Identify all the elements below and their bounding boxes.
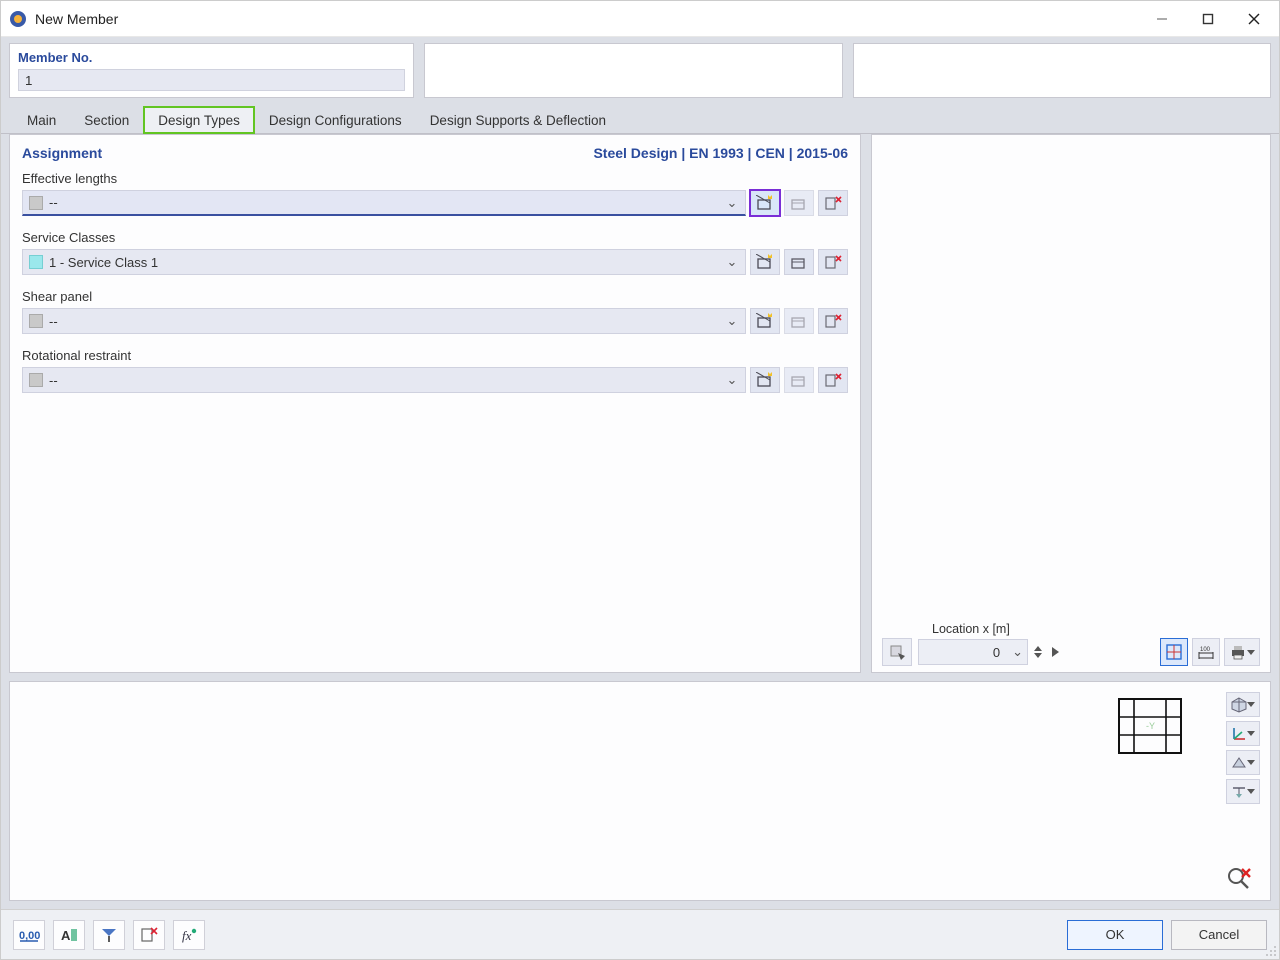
rotational-restraint-value: -- — [49, 373, 723, 388]
pick-button[interactable] — [93, 920, 125, 950]
service-classes-label: Service Classes — [22, 230, 848, 245]
play-icon[interactable] — [1052, 647, 1059, 657]
effective-lengths-value: -- — [49, 195, 723, 210]
assignment-title: Assignment — [22, 145, 102, 161]
chevron-down-icon: ⌄ — [1012, 644, 1023, 660]
svg-text:A: A — [61, 928, 71, 943]
resize-grip-icon[interactable] — [1265, 945, 1277, 957]
view-render-button[interactable] — [1226, 750, 1260, 775]
font-button[interactable]: A — [53, 920, 85, 950]
dropdown-caret-icon — [1247, 731, 1255, 736]
svg-text:100: 100 — [1200, 647, 1211, 653]
rotational-restraint-edit-button[interactable] — [784, 367, 814, 393]
location-x-spinner[interactable] — [1034, 646, 1046, 658]
chevron-down-icon: ⌄ — [723, 254, 741, 270]
cancel-button-label: Cancel — [1199, 927, 1239, 942]
chevron-down-icon: ⌄ — [723, 372, 741, 388]
effective-lengths-label: Effective lengths — [22, 171, 848, 186]
swatch-icon — [29, 196, 43, 210]
function-button[interactable]: fx — [173, 920, 205, 950]
svg-text:0,00: 0,00 — [19, 930, 40, 942]
model-view-panel: -Y — [9, 681, 1271, 901]
tab-bar: Main Section Design Types Design Configu… — [1, 104, 1279, 134]
dropdown-caret-icon — [1247, 760, 1255, 765]
header-blank-2 — [853, 43, 1272, 98]
titlebar: New Member — [1, 1, 1279, 37]
location-x-combo[interactable]: 0 ⌄ — [918, 639, 1028, 665]
app-icon — [9, 10, 27, 28]
tab-design-types[interactable]: Design Types — [143, 106, 255, 134]
mesh-grid-icon: -Y — [1118, 698, 1182, 754]
shear-panel-combo[interactable]: -- ⌄ — [22, 308, 746, 334]
clear-button[interactable] — [133, 920, 165, 950]
service-classes-edit-button[interactable] — [784, 249, 814, 275]
effective-lengths-combo[interactable]: -- ⌄ — [22, 190, 746, 216]
shear-panel-delete-button[interactable] — [818, 308, 848, 334]
shear-panel-label: Shear panel — [22, 289, 848, 304]
service-classes-value: 1 - Service Class 1 — [49, 255, 723, 270]
minimize-button[interactable] — [1139, 4, 1185, 34]
window-title: New Member — [35, 11, 1139, 27]
design-standard-label: Steel Design | EN 1993 | CEN | 2015-06 — [593, 145, 848, 161]
member-no-label: Member No. — [18, 50, 405, 65]
shear-panel-value: -- — [49, 314, 723, 329]
dropdown-caret-icon — [1247, 650, 1255, 655]
rotational-restraint-label: Rotational restraint — [22, 348, 848, 363]
tab-section[interactable]: Section — [70, 107, 143, 133]
svg-text:-Y: -Y — [1146, 721, 1155, 731]
member-no-panel: Member No. — [9, 43, 414, 98]
service-classes-new-button[interactable] — [750, 249, 780, 275]
effective-lengths-delete-button[interactable] — [818, 190, 848, 216]
swatch-icon — [29, 373, 43, 387]
view-supports-button[interactable] — [1226, 779, 1260, 804]
dropdown-caret-icon — [1247, 789, 1255, 794]
tab-design-supports-deflection[interactable]: Design Supports & Deflection — [416, 107, 620, 133]
view-mode-dimensions-button[interactable]: 100 — [1192, 638, 1220, 666]
chevron-down-icon: ⌄ — [723, 195, 741, 211]
effective-lengths-new-button[interactable] — [750, 190, 780, 216]
view-axes-button[interactable] — [1226, 721, 1260, 746]
print-button[interactable] — [1224, 638, 1260, 666]
location-x-value: 0 — [923, 645, 1006, 660]
header-strip: Member No. — [1, 37, 1279, 104]
cancel-button[interactable]: Cancel — [1171, 920, 1267, 950]
dialog-footer: 0,00 A fx OK Cancel — [1, 909, 1279, 959]
header-blank-1 — [424, 43, 843, 98]
tab-design-configurations[interactable]: Design Configurations — [255, 107, 416, 133]
close-button[interactable] — [1231, 4, 1277, 34]
shear-panel-new-button[interactable] — [750, 308, 780, 334]
pick-location-button[interactable] — [882, 638, 912, 666]
rotational-restraint-new-button[interactable] — [750, 367, 780, 393]
ok-button-label: OK — [1106, 927, 1125, 942]
maximize-button[interactable] — [1185, 4, 1231, 34]
service-classes-delete-button[interactable] — [818, 249, 848, 275]
chevron-down-icon: ⌄ — [723, 313, 741, 329]
rotational-restraint-combo[interactable]: -- ⌄ — [22, 367, 746, 393]
location-x-label: Location x [m] — [932, 622, 1260, 636]
swatch-icon — [29, 255, 43, 269]
preview-panel: Location x [m] 0 ⌄ — [871, 134, 1271, 673]
dropdown-caret-icon — [1247, 702, 1255, 707]
view-isometric-button[interactable] — [1226, 692, 1260, 717]
service-classes-combo[interactable]: 1 - Service Class 1 ⌄ — [22, 249, 746, 275]
member-no-input[interactable] — [18, 69, 405, 91]
svg-text:fx: fx — [182, 928, 192, 943]
effective-lengths-edit-button[interactable] — [784, 190, 814, 216]
ok-button[interactable]: OK — [1067, 920, 1163, 950]
assignment-panel: Assignment Steel Design | EN 1993 | CEN … — [9, 134, 861, 673]
zoom-reset-button[interactable] — [1226, 866, 1252, 890]
units-button[interactable]: 0,00 — [13, 920, 45, 950]
view-mode-section-button[interactable] — [1160, 638, 1188, 666]
rotational-restraint-delete-button[interactable] — [818, 367, 848, 393]
swatch-icon — [29, 314, 43, 328]
shear-panel-edit-button[interactable] — [784, 308, 814, 334]
tab-main[interactable]: Main — [13, 107, 70, 133]
